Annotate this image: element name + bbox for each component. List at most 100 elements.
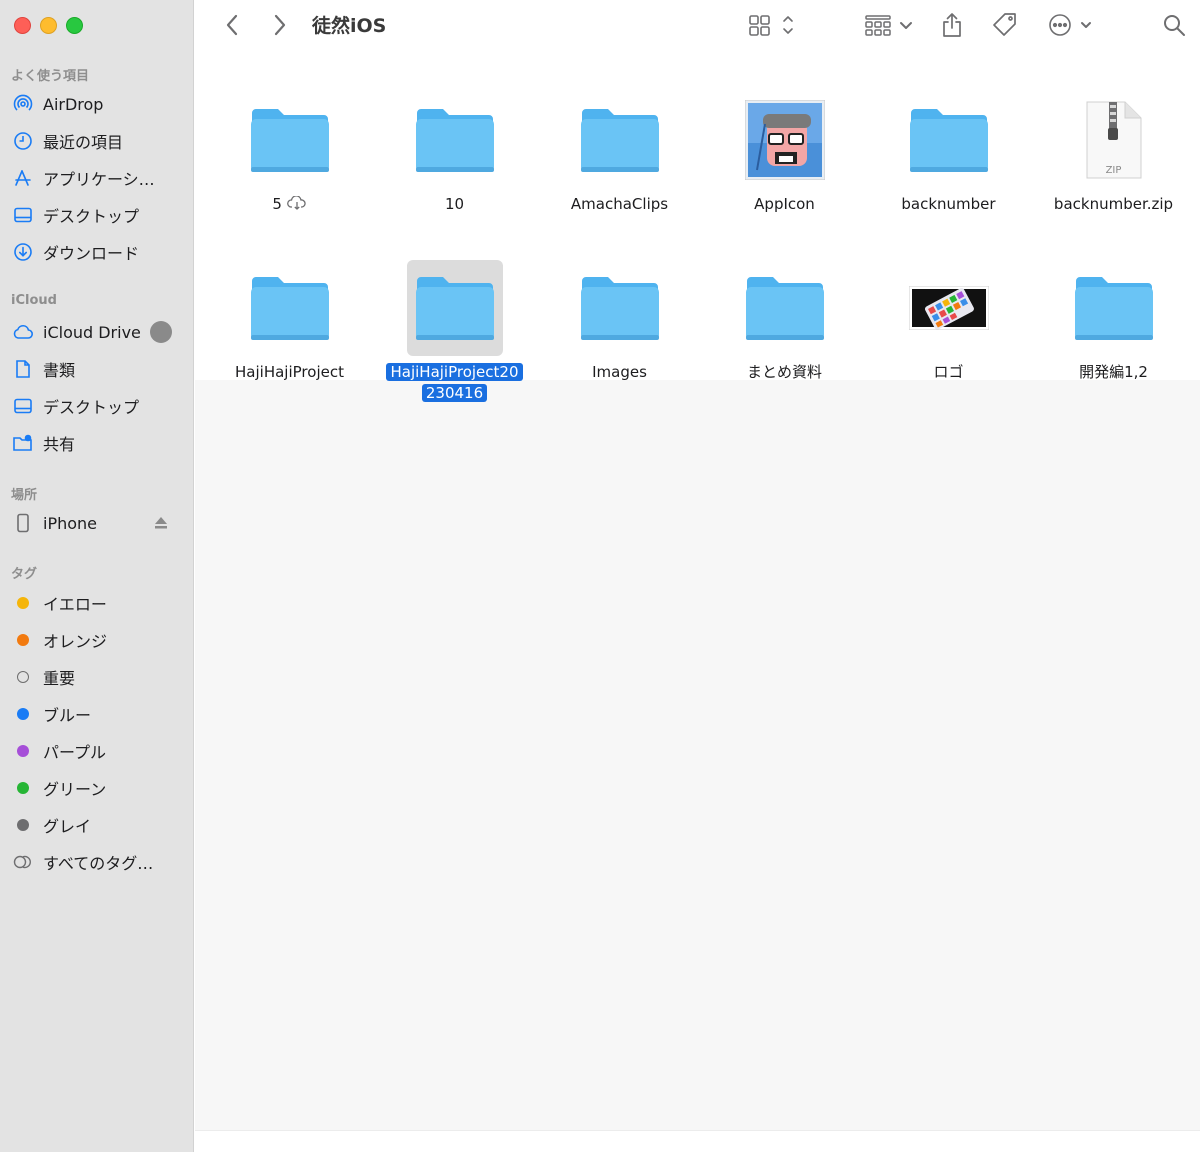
file-item-hajihajiproject[interactable]: HajiHajiProject [207,260,372,383]
sidebar-tag-green[interactable]: グリーン [12,773,184,803]
sidebar-tag-purple[interactable]: パープル [12,736,184,766]
file-item-amachaclips[interactable]: AmachaClips [537,92,702,215]
sidebar-tag-important[interactable]: 重要 [12,662,184,692]
sidebar-item-icloud-desktop[interactable]: デスクトップ [12,391,184,421]
applications-icon [12,167,34,189]
forward-button[interactable] [265,10,295,40]
sidebar-item-icloud-drive[interactable]: iCloud Drive [12,317,184,347]
sync-progress-icon [150,321,172,343]
tag-dot-icon [12,629,34,651]
icon-grid-view-icon [749,15,793,36]
sidebar-item-label: 最近の項目 [43,133,124,152]
file-name: AmachaClips [570,195,669,213]
sidebar-item-label: パープル [43,743,107,762]
file-name: 10 [444,195,465,213]
window-title: 徒然iOS [312,15,387,37]
file-name: Images [592,363,647,381]
document-icon [12,358,34,380]
sidebar-tag-gray[interactable]: グレイ [12,810,184,840]
search-button[interactable] [1157,10,1191,40]
folder-icon [406,260,503,356]
folder-icon [572,92,668,188]
zip-badge: ZIP [1105,164,1122,176]
window-controls [14,17,83,34]
file-item-backnumber-zip[interactable]: ZIP backnumber.zip [1031,92,1196,215]
close-button[interactable] [14,17,31,34]
file-name: AppIcon [754,195,815,213]
file-item-images[interactable]: Images [537,260,702,383]
group-icon [865,15,912,36]
sidebar-item-label: オレンジ [43,632,108,651]
view-mode-button[interactable] [745,10,797,40]
folder-icon [242,92,338,188]
file-item-logo[interactable]: ロゴ [866,260,1031,383]
file-item-matome-shiryo[interactable]: まとめ資料 [702,260,867,383]
folder-icon [901,92,997,188]
tag-dot-icon [12,592,34,614]
tag-button[interactable] [989,10,1021,40]
all-tags-icon [12,851,34,873]
iphone-icon [12,512,34,534]
file-item-5[interactable]: 5 [207,92,372,215]
sidebar-item-label: 書類 [43,361,76,380]
file-item-hajihajiproject20230416[interactable]: HajiHajiProject20 230416 [372,260,537,404]
zip-archive-icon: ZIP [1066,92,1162,188]
sidebar-item-label: アプリケーシ… [43,170,155,189]
eject-icon[interactable] [154,514,168,533]
file-name: backnumber [901,195,996,213]
sidebar-tag-yellow[interactable]: イエロー [12,588,184,618]
sidebar-all-tags[interactable]: すべてのタグ… [12,847,184,877]
share-icon [943,13,961,37]
sidebar-item-label: ダウンロード [43,244,140,263]
file-name: 開発編1,2 [1079,363,1148,381]
group-by-button[interactable] [863,10,915,40]
shared-folder-icon [12,432,34,454]
file-item-appicon[interactable]: AppIcon [702,92,867,215]
share-button[interactable] [937,10,967,40]
file-name-selected: HajiHajiProject20 230416 [372,362,537,404]
icloud-section-title: iCloud [11,293,57,308]
file-item-kaihatsu-hen[interactable]: 開発編1,2 [1031,260,1196,383]
folder-icon [572,260,668,356]
tags-section-title: タグ [11,567,38,582]
sidebar-tag-orange[interactable]: オレンジ [12,625,184,655]
file-name: HajiHajiProject [235,363,344,381]
sidebar-item-documents[interactable]: 書類 [12,354,184,384]
file-item-backnumber[interactable]: backnumber [866,92,1031,215]
sidebar-item-label: iCloud Drive [43,322,141,342]
sidebar-item-label: iPhone [43,513,98,533]
sidebar-item-applications[interactable]: アプリケーシ… [12,163,184,193]
sidebar-item-desktop[interactable]: デスクトップ [12,200,184,230]
folder-icon [407,92,503,188]
logo-image-thumbnail [901,260,997,356]
file-name-line2: 230416 [421,384,488,402]
back-button[interactable] [217,10,247,40]
airdrop-icon [12,93,34,115]
sidebar-item-downloads[interactable]: ダウンロード [12,237,184,267]
status-bar [195,1130,1200,1152]
tag-dot-icon [12,777,34,799]
sidebar-item-recents[interactable]: 最近の項目 [12,126,184,156]
tag-dot-icon [12,703,34,725]
sidebar-item-label: デスクトップ [43,207,140,226]
file-grid-area[interactable]: 5 10 AmachaClips AppIcon backnumber ZIP … [195,50,1200,1152]
sidebar-item-shared[interactable]: 共有 [12,428,184,458]
locations-section-title: 場所 [11,488,38,503]
sidebar-item-iphone[interactable]: iPhone [12,508,184,538]
sidebar-tag-blue[interactable]: ブルー [12,699,184,729]
minimize-button[interactable] [40,17,57,34]
sidebar-item-label: 共有 [43,435,76,454]
file-name: backnumber.zip [1053,195,1174,213]
sidebar-item-label: ブルー [43,706,92,725]
desktop-icon [12,395,34,417]
zoom-button[interactable] [66,17,83,34]
sidebar-item-airdrop[interactable]: AirDrop [12,89,184,119]
sidebar-item-label: イエロー [43,595,107,614]
file-item-10[interactable]: 10 [372,92,537,215]
icloud-icon [12,321,34,343]
search-icon [1164,15,1185,36]
sidebar-item-label: グレイ [43,817,92,836]
clock-icon [12,130,34,152]
more-actions-button[interactable] [1045,10,1097,40]
tag-dot-icon [12,814,34,836]
